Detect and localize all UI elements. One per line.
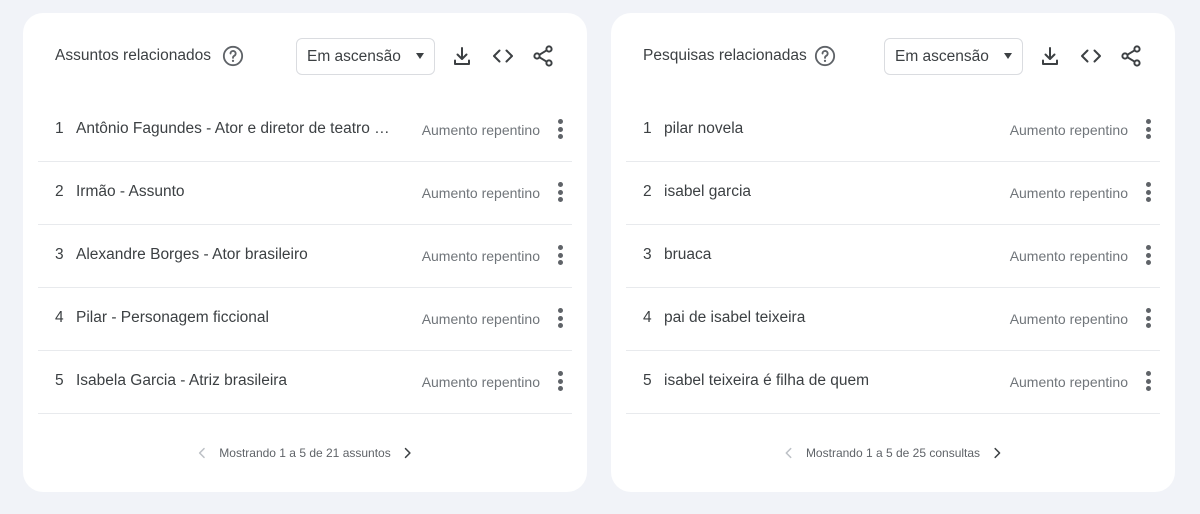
pagination: Mostrando 1 a 5 de 25 consultas xyxy=(611,446,1175,468)
row-rank: 4 xyxy=(643,309,652,326)
card-title: Pesquisas relacionadas xyxy=(643,47,807,64)
more-vert-icon[interactable] xyxy=(557,244,565,266)
more-vert-icon[interactable] xyxy=(557,118,565,140)
chevron-left-icon xyxy=(785,447,792,459)
related-panels: Assuntos relacionados Em ascensão 1 Antô… xyxy=(0,0,1200,514)
chevron-left-icon xyxy=(198,447,205,459)
row-rank: 5 xyxy=(643,372,652,389)
list-item[interactable]: 2 isabel garcia Aumento repentino xyxy=(626,162,1160,225)
list-item[interactable]: 5 isabel teixeira é filha de quem Aument… xyxy=(626,351,1160,414)
embed-code-icon[interactable] xyxy=(1079,44,1103,68)
list-item[interactable]: 3 Alexandre Borges - Ator brasileiro Aum… xyxy=(38,225,572,288)
caret-down-icon xyxy=(1004,53,1012,59)
list-item[interactable]: 1 pilar novela Aumento repentino xyxy=(626,99,1160,162)
row-label[interactable]: Antônio Fagundes - Ator e diretor de tea… xyxy=(76,120,396,138)
list-item[interactable]: 5 Isabela Garcia - Atriz brasileira Aume… xyxy=(38,351,572,414)
row-rank: 3 xyxy=(643,246,652,263)
row-trend-value: Aumento repentino xyxy=(421,248,540,264)
card-header: Pesquisas relacionadas Em ascensão xyxy=(611,13,1175,99)
pagination-status: Mostrando 1 a 5 de 25 consultas xyxy=(805,446,981,460)
list-item[interactable]: 1 Antônio Fagundes - Ator e diretor de t… xyxy=(38,99,572,162)
caret-down-icon xyxy=(416,53,424,59)
row-trend-value: Aumento repentino xyxy=(1009,185,1128,201)
row-trend-value: Aumento repentino xyxy=(421,311,540,327)
row-trend-value: Aumento repentino xyxy=(1009,374,1128,390)
row-rank: 2 xyxy=(643,183,652,200)
help-circle-icon[interactable] xyxy=(814,45,836,67)
row-label[interactable]: Pilar - Personagem ficcional xyxy=(76,309,396,327)
pagination: Mostrando 1 a 5 de 21 assuntos xyxy=(23,446,587,468)
pagination-status: Mostrando 1 a 5 de 21 assuntos xyxy=(219,446,391,460)
download-icon[interactable] xyxy=(1038,44,1062,68)
row-trend-value: Aumento repentino xyxy=(421,122,540,138)
trend-filter-dropdown[interactable]: Em ascensão xyxy=(296,38,435,75)
row-rank: 5 xyxy=(55,372,64,389)
embed-code-icon[interactable] xyxy=(491,44,515,68)
row-rank: 3 xyxy=(55,246,64,263)
help-circle-icon[interactable] xyxy=(222,45,244,67)
list-item[interactable]: 4 Pilar - Personagem ficcional Aumento r… xyxy=(38,288,572,351)
row-label[interactable]: isabel teixeira é filha de quem xyxy=(664,372,984,390)
list-item[interactable]: 4 pai de isabel teixeira Aumento repenti… xyxy=(626,288,1160,351)
row-trend-value: Aumento repentino xyxy=(1009,122,1128,138)
row-label[interactable]: pilar novela xyxy=(664,120,984,138)
related-topics-card: Assuntos relacionados Em ascensão 1 Antô… xyxy=(23,13,587,492)
share-icon[interactable] xyxy=(531,44,555,68)
more-vert-icon[interactable] xyxy=(557,181,565,203)
list-item[interactable]: 2 Irmão - Assunto Aumento repentino xyxy=(38,162,572,225)
related-queries-card: Pesquisas relacionadas Em ascensão 1 pil… xyxy=(611,13,1175,492)
row-trend-value: Aumento repentino xyxy=(421,374,540,390)
row-label[interactable]: pai de isabel teixeira xyxy=(664,309,984,327)
dropdown-selected-value: Em ascensão xyxy=(895,48,989,65)
more-vert-icon[interactable] xyxy=(1145,370,1153,392)
more-vert-icon[interactable] xyxy=(557,370,565,392)
more-vert-icon[interactable] xyxy=(1145,181,1153,203)
row-rank: 4 xyxy=(55,309,64,326)
row-label[interactable]: Alexandre Borges - Ator brasileiro xyxy=(76,246,396,264)
row-rank: 1 xyxy=(643,120,652,137)
row-label[interactable]: Isabela Garcia - Atriz brasileira xyxy=(76,372,396,390)
row-label[interactable]: bruaca xyxy=(664,246,984,264)
trend-filter-dropdown[interactable]: Em ascensão xyxy=(884,38,1023,75)
dropdown-selected-value: Em ascensão xyxy=(307,48,401,65)
row-rank: 1 xyxy=(55,120,64,137)
row-rank: 2 xyxy=(55,183,64,200)
related-queries-list: 1 pilar novela Aumento repentino 2 isabe… xyxy=(626,99,1160,414)
download-icon[interactable] xyxy=(450,44,474,68)
chevron-right-icon[interactable] xyxy=(990,446,1004,460)
row-label[interactable]: isabel garcia xyxy=(664,183,984,201)
more-vert-icon[interactable] xyxy=(1145,307,1153,329)
row-trend-value: Aumento repentino xyxy=(1009,311,1128,327)
related-topics-list: 1 Antônio Fagundes - Ator e diretor de t… xyxy=(38,99,572,414)
share-icon[interactable] xyxy=(1119,44,1143,68)
row-trend-value: Aumento repentino xyxy=(1009,248,1128,264)
card-title: Assuntos relacionados xyxy=(55,47,211,64)
row-label[interactable]: Irmão - Assunto xyxy=(76,183,396,201)
more-vert-icon[interactable] xyxy=(1145,244,1153,266)
row-trend-value: Aumento repentino xyxy=(421,185,540,201)
list-item[interactable]: 3 bruaca Aumento repentino xyxy=(626,225,1160,288)
more-vert-icon[interactable] xyxy=(557,307,565,329)
more-vert-icon[interactable] xyxy=(1145,118,1153,140)
card-header: Assuntos relacionados Em ascensão xyxy=(23,13,587,99)
chevron-right-icon[interactable] xyxy=(401,446,415,460)
